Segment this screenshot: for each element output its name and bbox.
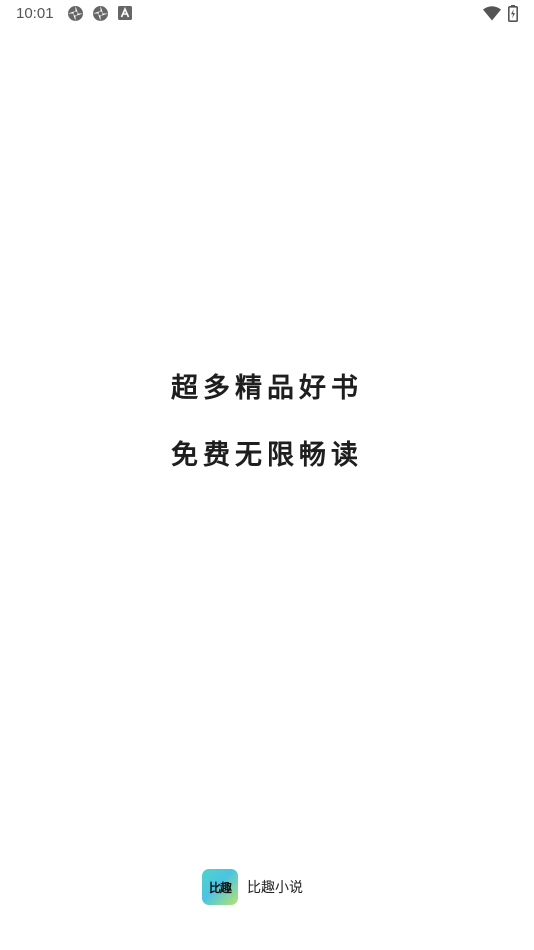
slogan-line-1: 超多精品好书: [171, 373, 363, 404]
brand-footer: 比趣 比趣小说: [202, 869, 303, 905]
aperture-icon: [68, 6, 83, 21]
slogan-line-2: 免费无限畅读: [171, 440, 363, 471]
aperture-icon: [93, 6, 108, 21]
app-name: 比趣小说: [247, 880, 303, 896]
font-a-icon: [118, 6, 132, 20]
app-logo-text: 比趣: [208, 880, 232, 895]
wifi-icon: [483, 6, 501, 21]
battery-icon: [508, 5, 518, 22]
app-logo: 比趣: [202, 869, 238, 905]
status-bar: 10:01: [0, 0, 534, 28]
status-time: 10:01: [16, 5, 54, 22]
